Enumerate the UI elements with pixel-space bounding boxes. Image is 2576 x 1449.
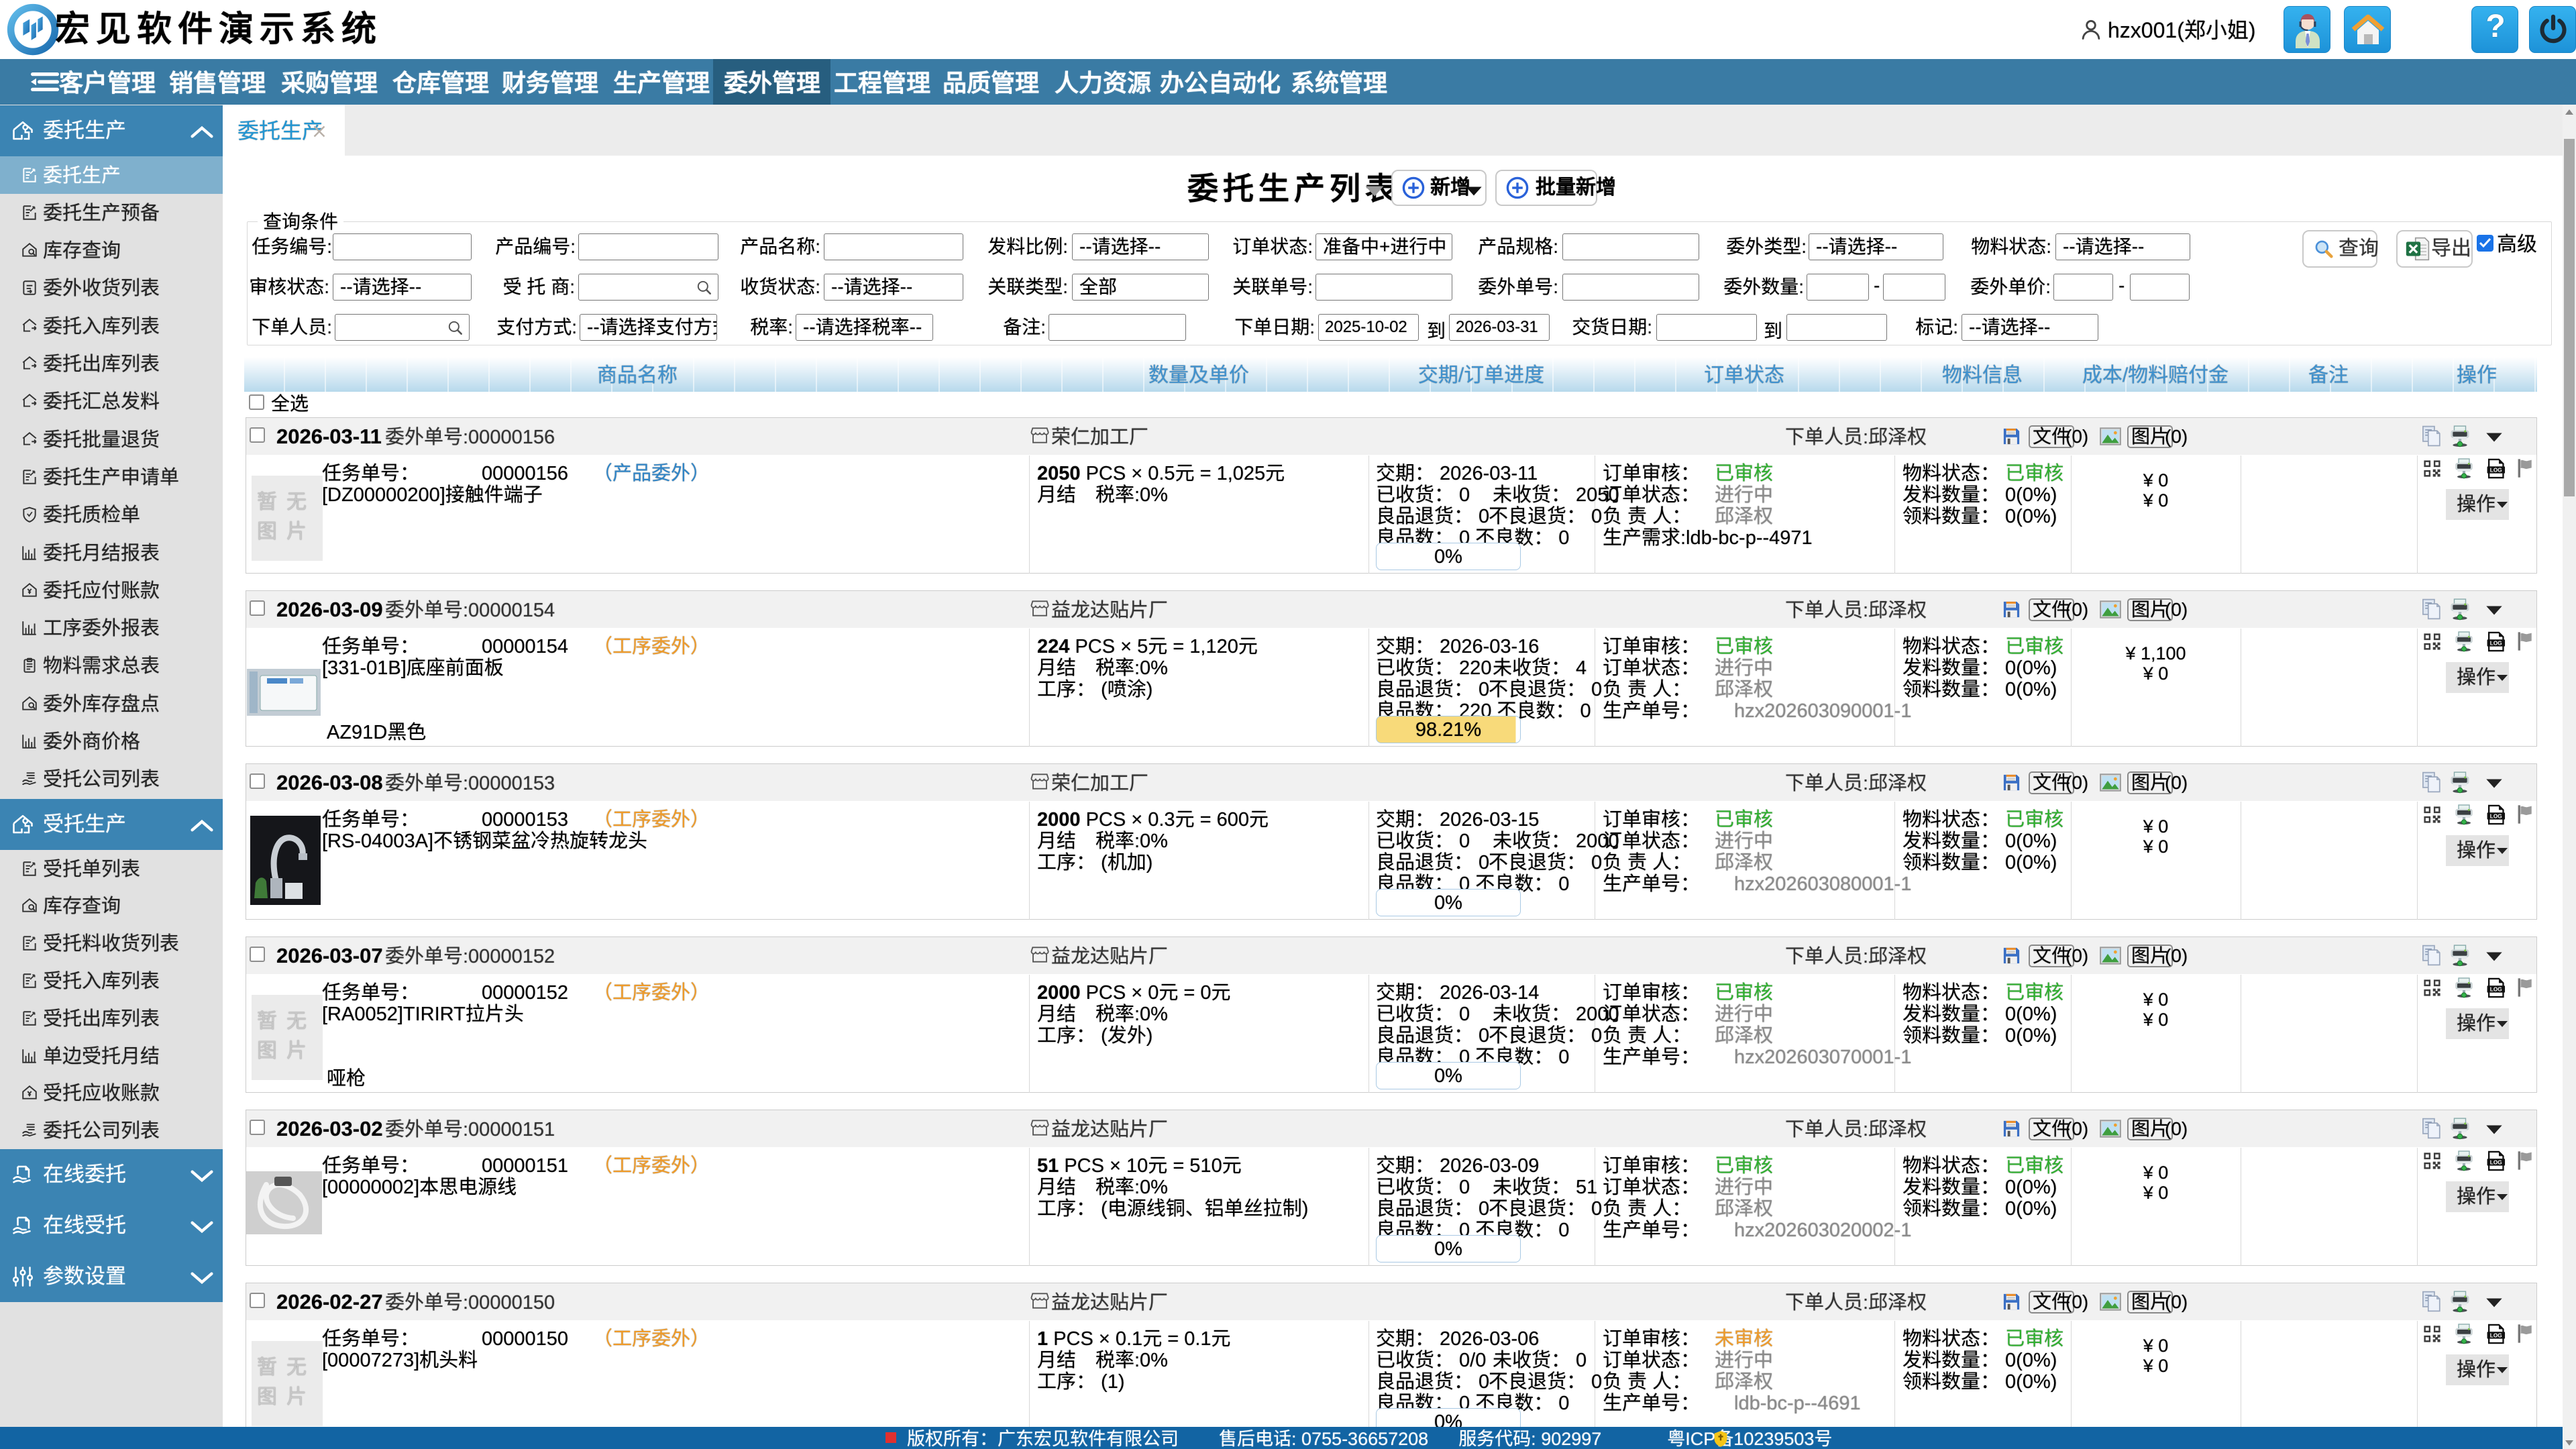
svg-text:LOG: LOG [2490,468,2502,474]
svg-text:LOG: LOG [2490,814,2502,820]
svg-text:LOG: LOG [2490,1333,2502,1339]
svg-text:LOG: LOG [2490,641,2502,647]
svg-text:LOG: LOG [2490,1160,2502,1166]
svg-text:LOG: LOG [2490,987,2502,993]
